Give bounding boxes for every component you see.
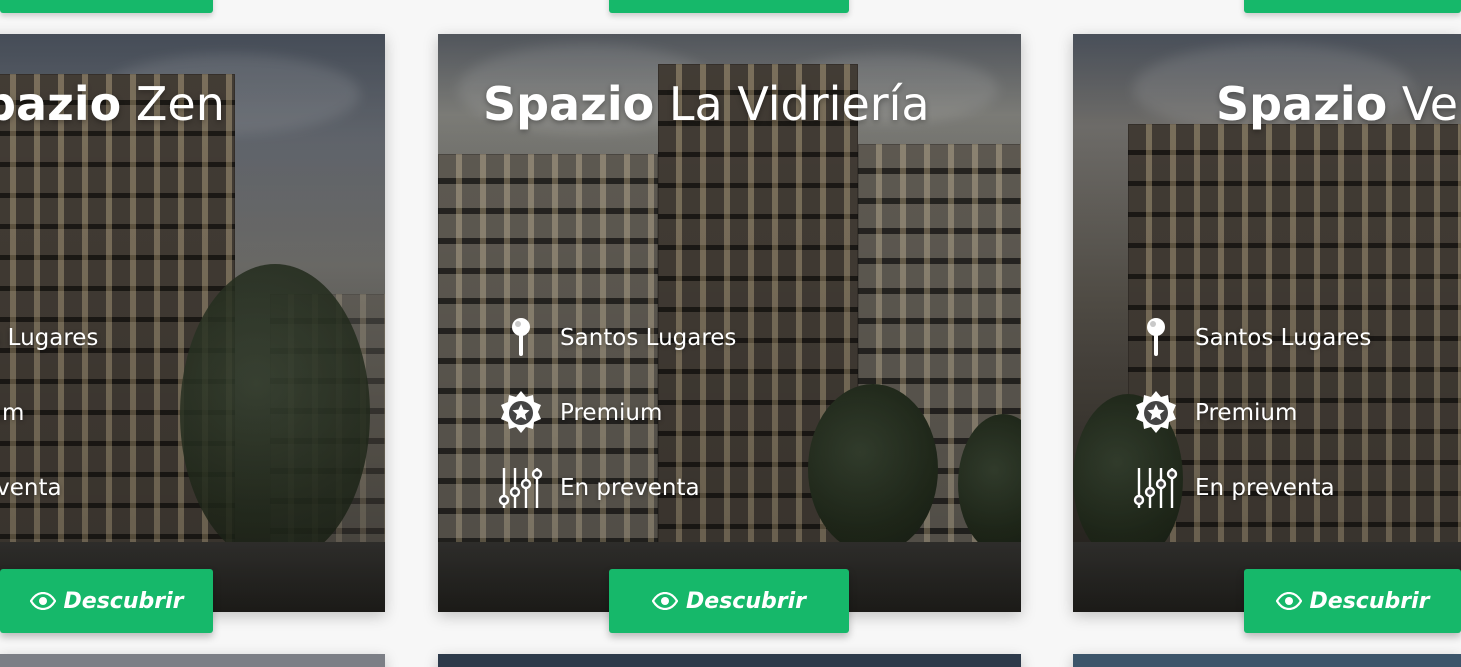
sliders-icon bbox=[496, 464, 546, 512]
prev-row-descubrir-button[interactable] bbox=[0, 0, 213, 13]
project-title: Spazio Ve bbox=[1216, 77, 1459, 131]
project-card-zen[interactable]: Spazio Zen Santos Lugares Premium En pre… bbox=[0, 34, 385, 633]
project-card-la-vidrieria[interactable]: Spazio La Vidriería Santos Lugares Premi… bbox=[438, 34, 1021, 633]
project-category: Premium bbox=[1131, 389, 1297, 437]
project-location: Santos Lugares bbox=[0, 325, 99, 351]
eye-icon bbox=[29, 592, 56, 610]
descubrir-button[interactable]: Descubrir bbox=[1244, 569, 1461, 633]
projects-grid: Spazio Zen Santos Lugares Premium En pre… bbox=[0, 0, 1461, 667]
project-category: Premium bbox=[0, 400, 25, 426]
prev-row-descubrir-button[interactable] bbox=[1244, 0, 1461, 13]
project-status: En preventa bbox=[496, 464, 700, 512]
project-title: Spazio Zen bbox=[0, 77, 225, 131]
descubrir-button[interactable]: Descubrir bbox=[609, 569, 849, 633]
next-row-card[interactable] bbox=[0, 654, 385, 667]
sliders-icon bbox=[1131, 464, 1181, 512]
eye-icon bbox=[652, 592, 679, 610]
prev-row-descubrir-button[interactable] bbox=[609, 0, 849, 13]
descubrir-button[interactable]: Descubrir bbox=[0, 569, 213, 633]
badge-star-icon bbox=[1131, 389, 1181, 437]
project-status: En preventa bbox=[1131, 464, 1335, 512]
project-location: Santos Lugares bbox=[1131, 314, 1371, 362]
next-row-card[interactable] bbox=[438, 654, 1021, 667]
project-status: En preventa bbox=[0, 475, 62, 501]
next-row-card[interactable] bbox=[1073, 654, 1461, 667]
map-pin-icon bbox=[1131, 314, 1181, 362]
badge-star-icon bbox=[496, 389, 546, 437]
eye-icon bbox=[1275, 592, 1302, 610]
project-card-ve[interactable]: Spazio Ve Santos Lugares Premium En prev… bbox=[1073, 34, 1461, 633]
project-category: Premium bbox=[496, 389, 662, 437]
project-location: Santos Lugares bbox=[496, 314, 736, 362]
map-pin-icon bbox=[496, 314, 546, 362]
project-title: Spazio La Vidriería bbox=[483, 77, 930, 131]
